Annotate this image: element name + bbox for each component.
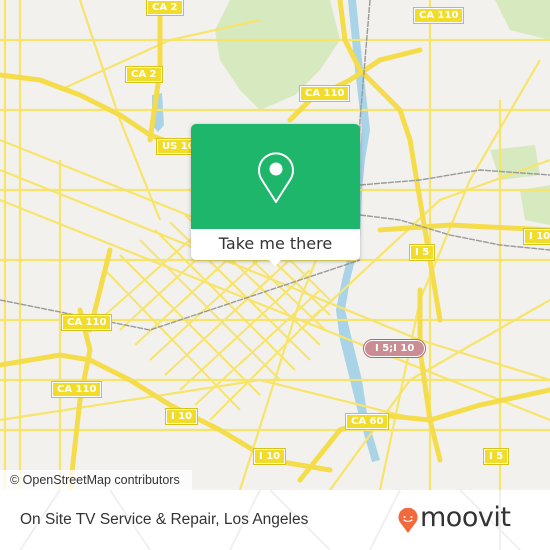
route-shield: I 5 <box>408 244 436 261</box>
popup-pointer <box>267 258 283 266</box>
route-shield: CA 110 <box>298 85 351 102</box>
route-shield: I 10 <box>522 228 550 245</box>
park-area <box>495 0 550 40</box>
map-view[interactable]: CA 2 CA 2 CA 110 CA 110 US 101 CA 110 CA… <box>0 0 550 490</box>
railway <box>359 214 550 251</box>
route-shield: CA 110 <box>412 7 465 24</box>
popup-header <box>191 124 360 229</box>
map-attribution[interactable]: © OpenStreetMap contributors <box>0 470 192 490</box>
moovit-wordmark: moovit <box>420 502 511 533</box>
route-shield: I 10 <box>164 408 199 425</box>
footer-bar: On Site TV Service & Repair, Los Angeles… <box>0 490 550 550</box>
route-shield: CA 110 <box>50 381 103 398</box>
park-area <box>490 145 540 180</box>
route-shield: CA 110 <box>60 314 113 331</box>
route-shield: I 10 <box>252 448 287 465</box>
location-pin-icon <box>258 152 294 203</box>
route-shield: CA 60 <box>344 413 390 430</box>
route-shield: CA 2 <box>125 66 163 83</box>
place-name: On Site TV Service & Repair, Los Angeles <box>20 511 309 528</box>
ca-110-freeway-south <box>67 307 93 490</box>
route-shield: CA 2 <box>146 0 184 16</box>
route-shield-concurrent: I 5;I 10 <box>362 339 427 358</box>
take-me-there-button[interactable]: Take me there <box>191 229 360 260</box>
moovit-smiley-pin-icon <box>398 508 418 533</box>
route-shield: I 5 <box>482 448 510 465</box>
location-popup: Take me there <box>191 124 360 266</box>
ca-60-freeway <box>297 387 550 483</box>
